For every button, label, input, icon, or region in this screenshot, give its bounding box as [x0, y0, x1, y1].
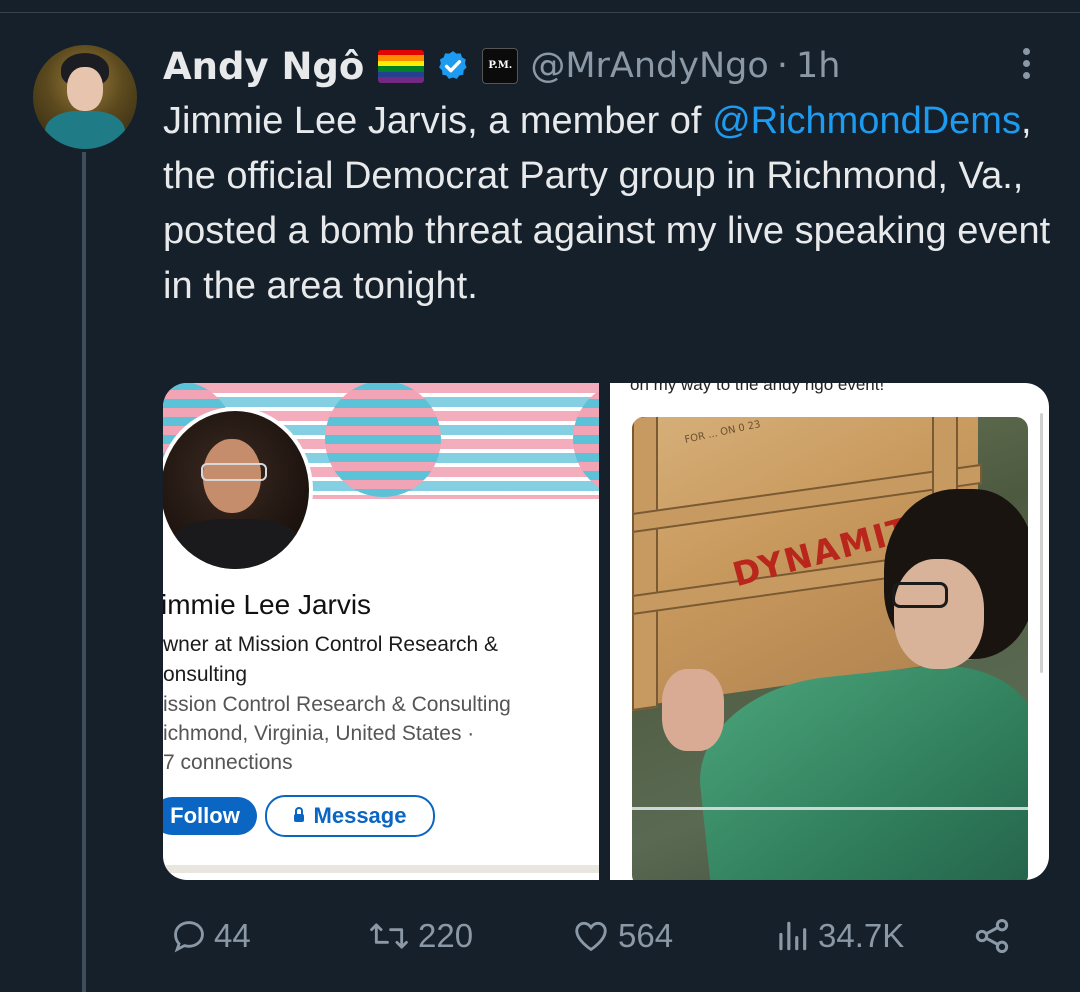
- profile-footer-bar: [163, 865, 599, 873]
- tweet-text: Jimmie Lee Jarvis, a member of @Richmond…: [163, 94, 1063, 314]
- linkedin-screenshot[interactable]: immie Lee Jarvis wner at Mission Control…: [163, 383, 599, 880]
- author-name[interactable]: Andy Ngô: [163, 45, 364, 88]
- lock-icon: [293, 807, 304, 822]
- mention-link[interactable]: @RichmondDems: [712, 100, 1021, 142]
- like-button[interactable]: 564: [570, 904, 673, 968]
- view-count: 34.7K: [818, 917, 905, 954]
- post-caption: on my way to the andy ngo event!: [630, 383, 885, 394]
- reply-icon: [174, 921, 204, 953]
- heart-icon: [575, 921, 607, 952]
- profile-headline-line-2: onsulting: [163, 663, 248, 686]
- like-count: 564: [618, 917, 674, 954]
- dynamite-crate-photo: FOR ... ON 0 23 DYNAMITE: [632, 417, 1028, 880]
- more-options-icon[interactable]: [1012, 44, 1040, 84]
- action-bar: 44 220 564 34.7K: [0, 904, 1080, 968]
- top-divider: [0, 12, 1080, 13]
- tweet-header: Andy Ngô P.M. @MrAndyNgo · 1h: [163, 40, 840, 92]
- author-handle[interactable]: @MrAndyNgo: [530, 46, 768, 86]
- profile-connections: 7 connections: [163, 751, 293, 774]
- profile-photo: [163, 407, 313, 573]
- profile-name: immie Lee Jarvis: [163, 589, 372, 620]
- author-avatar[interactable]: [33, 45, 137, 149]
- repost-button[interactable]: 220: [366, 904, 473, 968]
- verified-badge-icon[interactable]: [436, 49, 470, 83]
- reply-count: 44: [214, 917, 251, 954]
- timestamp[interactable]: 1h: [796, 46, 840, 86]
- message-button: Message: [265, 795, 435, 837]
- repost-count: 220: [418, 917, 474, 954]
- views-bar-chart-icon: [779, 921, 807, 951]
- thread-connector-line: [82, 152, 86, 992]
- scrollbar: [1040, 413, 1043, 673]
- profile-location: ichmond, Virginia, United States ·: [163, 722, 475, 745]
- separator-dot: ·: [776, 46, 788, 86]
- tweet-text-start: Jimmie Lee Jarvis, a member of: [163, 100, 713, 142]
- media-grid[interactable]: immie Lee Jarvis wner at Mission Control…: [163, 383, 1049, 880]
- profile-company: ission Control Research & Consulting: [163, 693, 511, 716]
- message-button-label: Message: [313, 803, 407, 828]
- share-button[interactable]: [972, 904, 1018, 968]
- share-icon: [975, 919, 1009, 953]
- post-screenshot[interactable]: on my way to the andy ngo event! FOR ...…: [610, 383, 1049, 880]
- reply-button[interactable]: 44: [170, 904, 251, 968]
- views-button[interactable]: 34.7K: [772, 904, 904, 968]
- avatar-face: [67, 67, 103, 111]
- affiliation-badge[interactable]: P.M.: [482, 48, 519, 84]
- avatar-body: [45, 111, 125, 149]
- follow-button: Follow: [163, 797, 257, 835]
- repost-icon: [370, 923, 408, 949]
- rainbow-flag-icon: [378, 49, 425, 83]
- profile-headline-line-1: wner at Mission Control Research &: [163, 633, 498, 656]
